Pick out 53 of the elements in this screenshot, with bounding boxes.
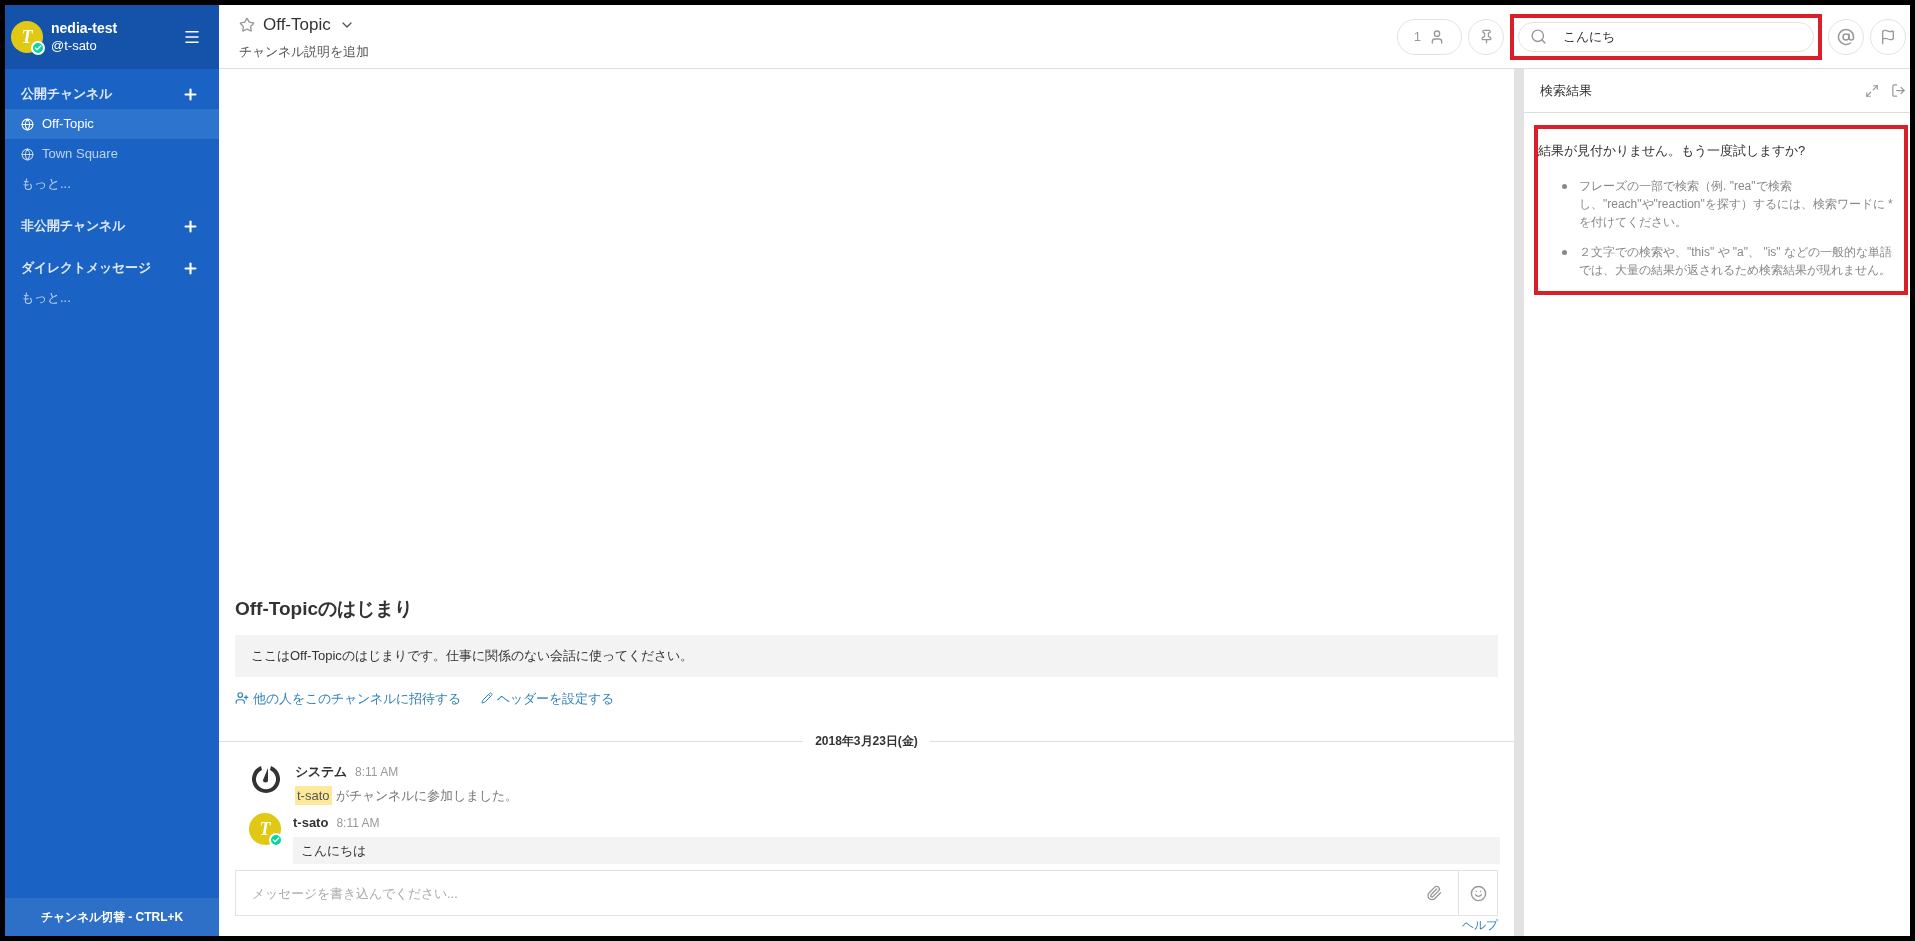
no-results-heading: 結果が見付かりません。もう一度試しますか? — [1538, 142, 1807, 160]
username: @t-sato — [51, 37, 98, 54]
user-icon — [1429, 28, 1445, 45]
attachment-icon[interactable] — [1426, 885, 1442, 901]
avatar: T — [249, 813, 281, 845]
close-panel-icon[interactable] — [1891, 83, 1906, 98]
globe-icon — [21, 117, 34, 131]
expand-icon[interactable] — [1865, 83, 1879, 98]
add-user-icon — [235, 691, 249, 706]
message-author[interactable]: t-sato — [293, 813, 329, 833]
section-title: ダイレクトメッセージ — [21, 259, 151, 278]
bullet-icon — [1562, 183, 1567, 189]
add-channel-icon[interactable] — [182, 259, 199, 277]
intro-text: ここはOff-Topicのはじまりです。仕事に関係のない会話に使ってください。 — [235, 635, 1498, 677]
intro-title: Off-Topicのはじまり — [235, 596, 414, 621]
avatar: T — [11, 21, 43, 53]
message-author[interactable]: システム — [295, 762, 347, 782]
search-tip: ２文字での検索や、"this" や "a"、 "is" などの一般的な単語では、大量の結果が返されるため検索結果が現れません。 — [1579, 243, 1893, 279]
message-text: がチャンネルに参加しました。 — [335, 786, 518, 805]
search-icon — [1530, 27, 1547, 45]
message-input[interactable]: メッセージを書き込んでください... — [235, 870, 1498, 916]
section-title: 公開チャンネル — [21, 85, 112, 104]
message-time: 8:11 AM — [336, 815, 380, 832]
bullet-icon — [1562, 249, 1567, 255]
menu-icon[interactable] — [183, 28, 201, 46]
flag-icon — [1880, 28, 1896, 45]
date-separator: 2018年3月23日(金) — [814, 733, 919, 750]
panel-title: 検索結果 — [1540, 81, 1592, 100]
search-tip: フレーズの一部で検索（例. "rea"で検索し、"reach"や"reaction"を探す）するには、検索ワードに * を付けてください。 — [1579, 177, 1894, 231]
star-icon[interactable] — [239, 16, 255, 33]
message-time: 8:11 AM — [355, 764, 399, 781]
mention-highlight[interactable]: t-sato — [295, 785, 332, 805]
search-field[interactable]: こんにち — [1518, 21, 1814, 52]
pin-icon — [1478, 29, 1494, 44]
invite-link[interactable]: 他の人をこのチャンネルに招待する — [235, 688, 461, 708]
pencil-icon — [481, 692, 493, 705]
more-link[interactable]: もっと... — [5, 283, 219, 313]
emoji-icon[interactable] — [1470, 884, 1487, 902]
set-header-link[interactable]: ヘッダーを設定する — [481, 688, 614, 708]
team-name: nedia-test — [51, 20, 119, 38]
more-link[interactable]: もっと... — [5, 169, 219, 199]
channel-item[interactable]: Off-Topic — [5, 109, 219, 139]
add-channel-icon[interactable] — [182, 85, 199, 103]
at-sign-icon — [1837, 27, 1855, 46]
channel-description[interactable]: チャンネル説明を追加 — [239, 41, 1397, 61]
channel-title[interactable]: Off-Topic — [263, 12, 331, 38]
add-channel-icon[interactable] — [182, 217, 199, 235]
channel-switcher[interactable]: チャンネル切替 - CTRL+K — [5, 898, 219, 936]
channel-item[interactable]: Town Square — [5, 139, 219, 169]
section-title: 非公開チャンネル — [21, 217, 125, 236]
message-text: こんにちは — [293, 836, 1500, 864]
globe-icon — [21, 147, 34, 161]
help-link[interactable]: ヘルプ — [1462, 916, 1498, 936]
